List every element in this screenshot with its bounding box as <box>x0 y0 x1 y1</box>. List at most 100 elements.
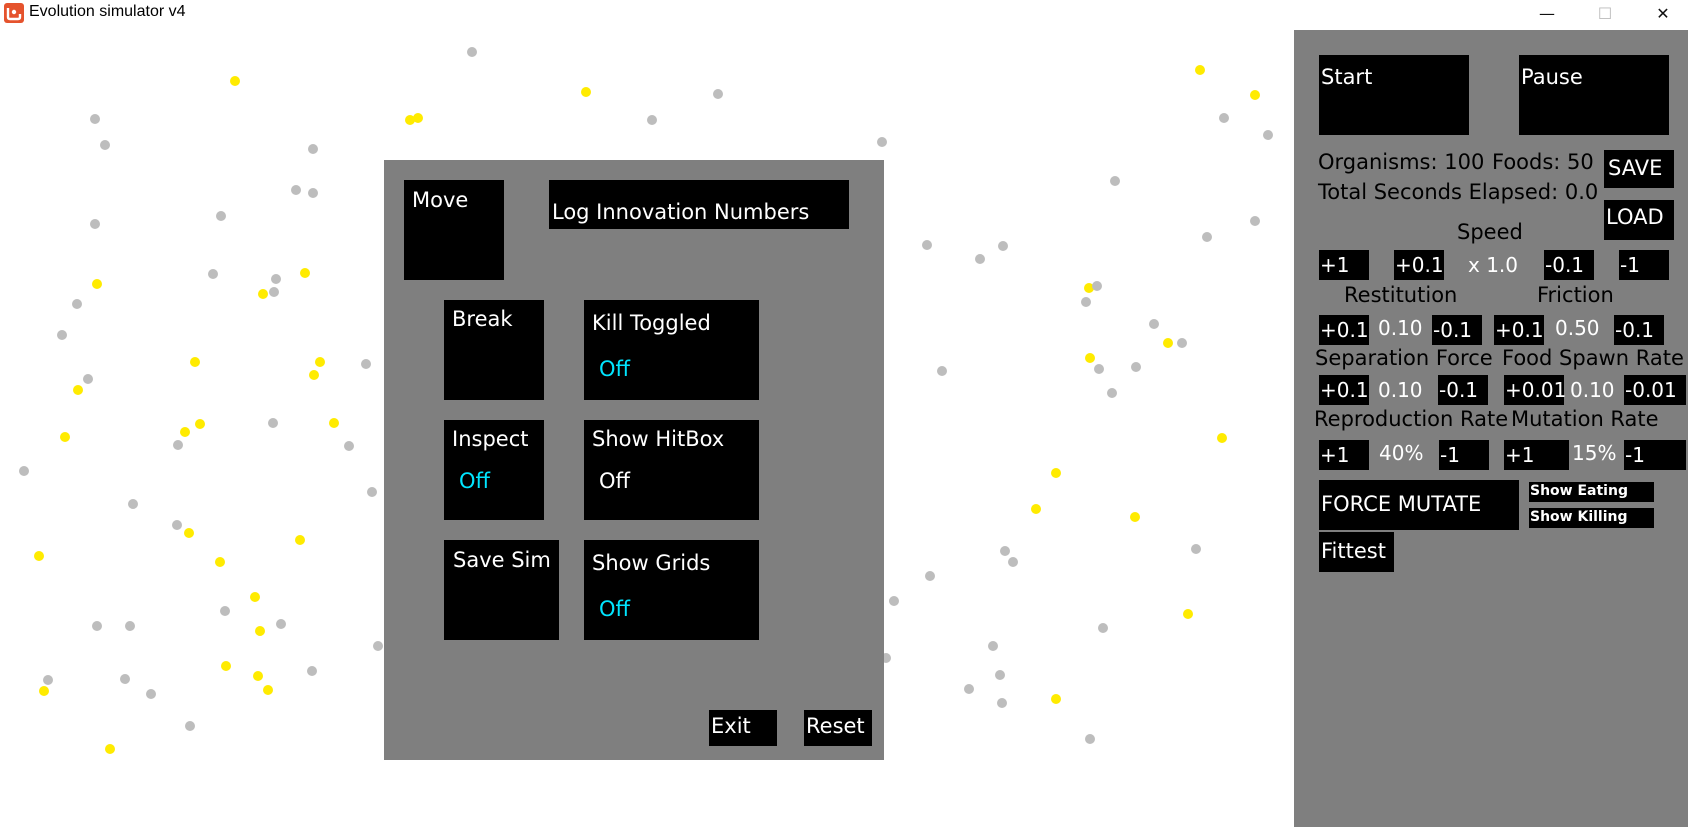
food-particle <box>1031 504 1041 514</box>
speed-plus1-button[interactable]: +1 <box>1319 250 1369 280</box>
food-particle <box>190 357 200 367</box>
close-button[interactable]: ✕ <box>1636 0 1688 26</box>
food-spawn-plus-button[interactable]: +0.01 <box>1504 375 1566 405</box>
food-particle <box>105 744 115 754</box>
food-particle <box>258 289 268 299</box>
food-particle <box>263 685 273 695</box>
reproduction-minus-label: -1 <box>1440 443 1460 467</box>
organism-particle <box>877 137 887 147</box>
food-particle <box>300 268 310 278</box>
organism-particle <box>1149 319 1159 329</box>
organism-particle <box>83 374 93 384</box>
minimize-button[interactable]: — <box>1520 0 1574 26</box>
speed-plus01-button[interactable]: +0.1 <box>1394 250 1444 280</box>
speed-minus01-label: -0.1 <box>1545 253 1585 277</box>
fittest-button[interactable]: Fittest <box>1319 532 1394 572</box>
organism-particle <box>208 269 218 279</box>
pause-button[interactable]: Pause <box>1519 55 1669 135</box>
organism-particle <box>373 641 383 651</box>
mutation-rate-label: Mutation Rate <box>1511 407 1659 431</box>
mutation-plus-label: +1 <box>1505 443 1535 467</box>
food-particle <box>1085 353 1095 363</box>
food-spawn-value: 0.10 <box>1570 378 1615 402</box>
inspect-button[interactable]: Inspect Off <box>444 420 544 520</box>
food-particle <box>1051 694 1061 704</box>
show-hitbox-button[interactable]: Show HitBox Off <box>584 420 759 520</box>
organisms-count: Organisms: 100 <box>1318 150 1485 174</box>
organism-particle <box>975 254 985 264</box>
save-sim-button[interactable]: Save Sim <box>444 540 559 640</box>
food-spawn-minus-button[interactable]: -0.01 <box>1624 375 1686 405</box>
mutation-minus-button[interactable]: -1 <box>1624 440 1686 470</box>
organism-particle <box>1098 623 1108 633</box>
separation-minus-label: -0.1 <box>1439 378 1479 402</box>
show-eating-toggle[interactable]: Show Eating <box>1529 482 1654 502</box>
speed-minus1-label: -1 <box>1620 253 1640 277</box>
organism-particle <box>1094 364 1104 374</box>
foods-count: Foods: 50 <box>1492 150 1594 174</box>
food-spawn-rate-label: Food Spawn Rate <box>1502 346 1684 370</box>
organism-particle <box>307 666 317 676</box>
load-button[interactable]: LOAD <box>1604 200 1674 240</box>
speed-minus1-button[interactable]: -1 <box>1619 250 1669 280</box>
food-particle <box>253 671 263 681</box>
organism-particle <box>269 287 279 297</box>
separation-minus-button[interactable]: -0.1 <box>1438 375 1488 405</box>
mutation-plus-button[interactable]: +1 <box>1504 440 1569 470</box>
log-innovation-label: Log Innovation Numbers <box>552 200 810 224</box>
food-particle <box>221 661 231 671</box>
organism-particle <box>72 299 82 309</box>
speed-plus1-label: +1 <box>1320 253 1350 277</box>
exit-button[interactable]: Exit <box>709 710 777 746</box>
organism-particle <box>100 140 110 150</box>
food-particle <box>1163 338 1173 348</box>
separation-force-label: Separation Force <box>1315 346 1493 370</box>
reproduction-rate-label: Reproduction Rate <box>1314 407 1509 431</box>
organism-particle <box>937 366 947 376</box>
kill-toggled-label: Kill Toggled <box>592 311 711 335</box>
app-icon <box>4 3 24 23</box>
organism-particle <box>998 241 1008 251</box>
show-grids-button[interactable]: Show Grids Off <box>584 540 759 640</box>
organism-particle <box>367 487 377 497</box>
speed-plus01-label: +0.1 <box>1395 253 1444 277</box>
organism-particle <box>308 188 318 198</box>
restitution-plus-button[interactable]: +0.1 <box>1319 315 1369 345</box>
food-particle <box>581 87 591 97</box>
move-button[interactable]: Move <box>404 180 504 280</box>
close-icon: ✕ <box>1656 3 1670 23</box>
organism-particle <box>120 674 130 684</box>
reproduction-minus-button[interactable]: -1 <box>1439 440 1489 470</box>
friction-plus-button[interactable]: +0.1 <box>1494 315 1544 345</box>
show-eating-label: Show Eating <box>1530 483 1628 499</box>
show-killing-toggle[interactable]: Show Killing <box>1529 508 1654 528</box>
separation-value: 0.10 <box>1378 378 1423 402</box>
show-grids-label: Show Grids <box>592 551 711 575</box>
force-mutate-button[interactable]: FORCE MUTATE <box>1319 480 1519 530</box>
organism-particle <box>216 211 226 221</box>
simulation-canvas[interactable]: Move Log Innovation Numbers Break Kill T… <box>0 30 1294 827</box>
separation-plus-button[interactable]: +0.1 <box>1319 375 1369 405</box>
food-particle <box>184 528 194 538</box>
restitution-minus-button[interactable]: -0.1 <box>1432 315 1482 345</box>
friction-minus-button[interactable]: -0.1 <box>1614 315 1664 345</box>
kill-toggled-button[interactable]: Kill Toggled Off <box>584 300 759 400</box>
organism-particle <box>128 499 138 509</box>
minimize-icon: — <box>1539 3 1555 23</box>
break-label: Break <box>452 307 513 331</box>
reproduction-plus-button[interactable]: +1 <box>1319 440 1369 470</box>
log-innovation-button[interactable]: Log Innovation Numbers <box>549 180 849 229</box>
organism-particle <box>1107 388 1117 398</box>
restitution-minus-label: -0.1 <box>1433 318 1473 342</box>
show-killing-label: Show Killing <box>1530 509 1628 525</box>
break-button[interactable]: Break <box>444 300 544 400</box>
speed-minus01-button[interactable]: -0.1 <box>1544 250 1594 280</box>
restitution-plus-label: +0.1 <box>1320 318 1369 342</box>
start-button[interactable]: Start <box>1319 55 1469 135</box>
maximize-button[interactable]: ☐ <box>1578 0 1632 26</box>
organism-particle <box>889 596 899 606</box>
separation-plus-label: +0.1 <box>1320 378 1369 402</box>
reset-button[interactable]: Reset <box>804 710 872 746</box>
save-button[interactable]: SAVE <box>1604 150 1674 188</box>
friction-label: Friction <box>1537 283 1614 307</box>
